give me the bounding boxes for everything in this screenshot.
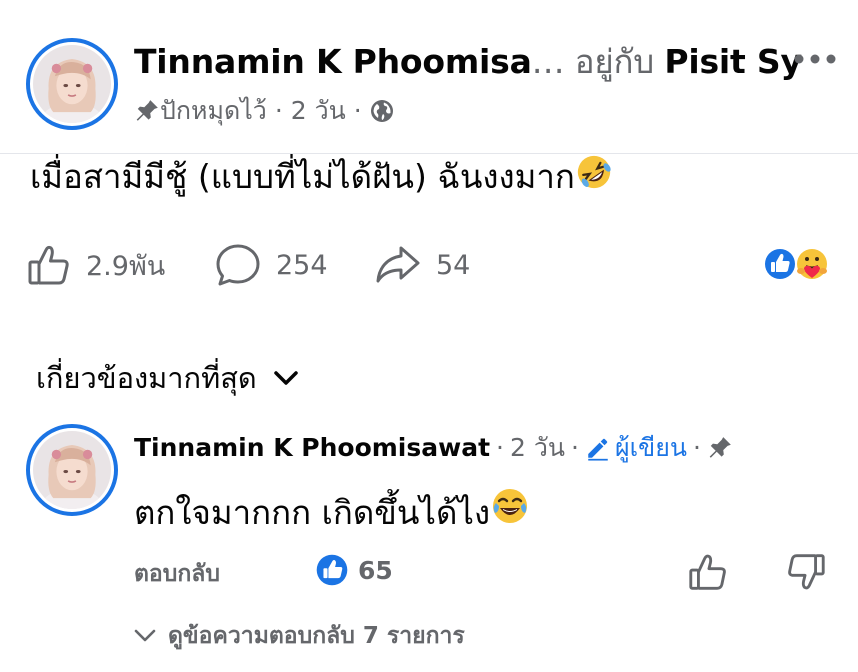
post-meta: ปักหมุดไว้ · 2 วัน · [134,93,394,129]
globe-icon [370,99,394,123]
pin-icon [707,435,733,461]
comment-body: ตกใจมากกก เกิดขึ้นได้ไง [134,486,530,539]
upvote-button[interactable] [686,550,730,594]
comment-sort-dropdown[interactable]: เกี่ยวข้องมากที่สุด [36,356,299,400]
comment-author-name[interactable]: Tinnamin K Phoomisawat [134,430,490,466]
post-body: เมื่อสามีมีชู้ (แบบที่ไม่ได้ฝัน) ฉันงงมา… [30,153,613,204]
thumbs-up-icon [28,245,69,285]
post-header: Tinnamin K Phoomisa… อยู่กับ Pisit Sy ปั… [0,0,858,150]
face-with-tears-of-joy-emoji [490,486,530,539]
avatar-photo [33,431,111,509]
post-author-name[interactable]: Tinnamin K Phoomisa [134,42,532,81]
author-avatar[interactable] [26,38,118,130]
meta-separator: · [274,96,283,125]
avatar-photo [33,45,111,123]
like-count: 2.9พัน [86,250,166,282]
comment-text: ตกใจมากกก เกิดขึ้นได้ไง [134,492,491,532]
comment-count: 254 [276,249,328,281]
comment-like-count: 65 [358,555,393,585]
comment-bubble-icon [216,244,260,286]
post-time[interactable]: 2 วัน [291,93,346,129]
thumbs-up-icon [689,554,726,590]
reply-button[interactable]: ตอบกลับ [134,556,220,592]
comment-reactions[interactable]: 65 [314,552,393,588]
rolling-on-floor-laughing-emoji [575,153,613,204]
pin-icon [134,98,160,124]
meta-separator: · [496,433,504,462]
reaction-summary[interactable] [760,244,834,284]
pencil-icon [588,438,608,461]
with-label: อยู่กับ [574,42,655,81]
comment-actions: ตอบกลับ 65 [134,550,834,594]
more-dots-icon [794,54,836,64]
like-button[interactable]: 2.9พัน [26,238,165,292]
meta-separator: · [570,433,579,462]
post-author-line: Tinnamin K Phoomisa… อยู่กับ Pisit Sy [134,40,802,84]
view-replies-button[interactable]: ดูข้อความตอบกลับ 7 รายการ [134,618,465,654]
chevron-down-icon [274,371,298,385]
thumbs-down-icon [788,554,825,590]
share-button[interactable]: 54 [374,238,470,292]
sort-label: เกี่ยวข้องมากที่สุด [36,361,257,395]
chevron-down-icon [134,629,156,642]
commenter-avatar[interactable] [26,424,118,516]
like-reaction-icon [316,554,348,586]
downvote-button[interactable] [784,550,828,594]
share-count: 54 [436,249,471,281]
post-text: เมื่อสามีมีชู้ (แบบที่ไม่ได้ฝัน) ฉันงงมา… [30,157,575,196]
pinned-label: ปักหมุดไว้ [160,96,267,125]
comment-header: Tinnamin K Phoomisawat · 2 วัน · ผู้เขีย… [134,430,733,466]
care-reaction-icon [795,247,829,281]
tagged-person-name[interactable]: Pisit Sy [664,42,802,81]
meta-separator: · [353,96,362,125]
meta-separator: · [692,433,701,462]
author-ellipsis: … [531,42,565,81]
like-reaction-icon [763,247,797,281]
more-options-button[interactable] [790,42,840,76]
author-badge: ผู้เขียน [585,430,687,466]
post-actions: 2.9พัน 254 54 [0,238,858,292]
view-replies-label: ดูข้อความตอบกลับ 7 รายการ [168,623,465,649]
comment-time[interactable]: 2 วัน [510,430,565,466]
comment-button[interactable]: 254 [214,238,328,292]
share-arrow-icon [376,246,420,283]
author-badge-label: ผู้เขียน [614,433,687,462]
